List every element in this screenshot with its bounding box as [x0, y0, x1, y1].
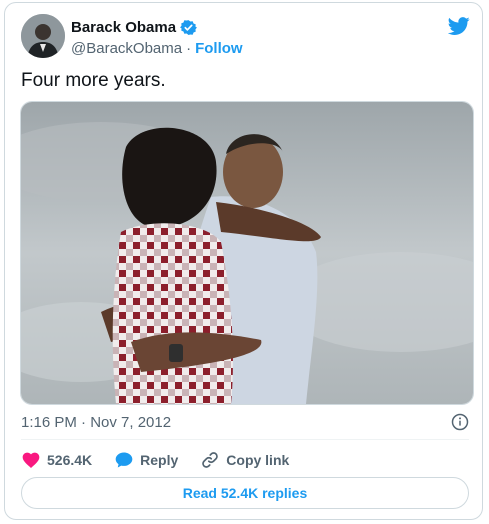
author-name-row: Barack Obama — [71, 17, 197, 37]
tweet-timestamp[interactable]: 1:16 PM · Nov 7, 2012 — [21, 414, 171, 431]
verified-badge-icon — [180, 19, 197, 36]
tweet-card: Barack Obama @BarackObama · Follow Four … — [4, 2, 483, 520]
read-replies-button[interactable]: Read 52.4K replies — [21, 477, 469, 509]
link-icon — [200, 450, 220, 470]
author-name[interactable]: Barack Obama — [71, 19, 176, 36]
action-bar: 526.4K Reply Copy link — [21, 447, 311, 473]
timestamp-row: 1:16 PM · Nov 7, 2012 — [21, 411, 469, 433]
handle-row: @BarackObama · Follow — [71, 38, 243, 58]
copy-link-label: Copy link — [226, 452, 290, 468]
divider — [21, 439, 469, 440]
tweet-text: Four more years. — [21, 70, 166, 91]
like-button[interactable]: 526.4K — [21, 450, 92, 470]
handle-separator: · — [186, 39, 192, 57]
copy-link-button[interactable]: Copy link — [200, 450, 289, 470]
heart-icon — [21, 450, 41, 470]
follow-button[interactable]: Follow — [195, 40, 243, 57]
info-icon[interactable] — [451, 413, 469, 431]
tweet-photo[interactable] — [20, 101, 474, 405]
avatar[interactable] — [21, 14, 65, 58]
twitter-bird-icon[interactable] — [447, 15, 470, 37]
reply-label: Reply — [140, 452, 179, 468]
speech-bubble-icon — [114, 450, 134, 470]
reply-button[interactable]: Reply — [114, 450, 178, 470]
like-count: 526.4K — [47, 452, 93, 468]
author-handle[interactable]: @BarackObama — [71, 40, 182, 57]
